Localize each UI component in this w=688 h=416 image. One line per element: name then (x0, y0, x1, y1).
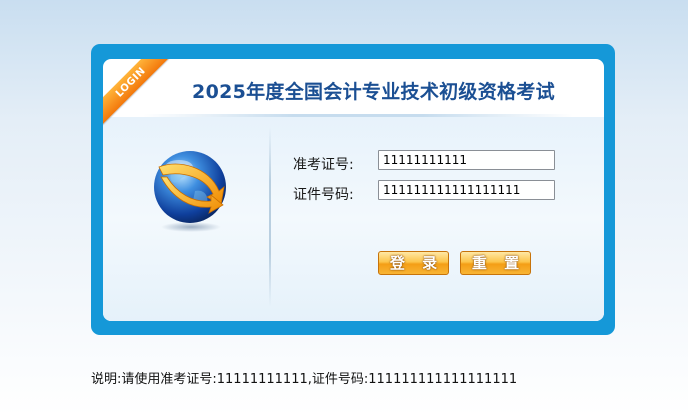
login-ribbon: LOGIN (103, 59, 173, 129)
vertical-divider (269, 127, 271, 307)
login-button[interactable]: 登 录 (378, 251, 449, 275)
id-number-label: 证件号码: (293, 187, 354, 203)
login-ribbon-label: LOGIN (103, 59, 173, 125)
admission-number-input[interactable] (378, 150, 555, 170)
page-title: 2025年度全国会计专业技术初级资格考试 (192, 81, 555, 103)
login-frame: 2025年度全国会计专业技术初级资格考试 准考证号: 11111111111 证… (91, 44, 615, 335)
login-panel: 2025年度全国会计专业技术初级资格考试 准考证号: 11111111111 证… (103, 59, 604, 321)
globe-arrow-icon (154, 151, 226, 232)
admission-number-label: 准考证号: (293, 157, 354, 173)
instruction-note: 说明:请使用准考证号:11111111111,证件号码:111111111111… (91, 372, 518, 387)
reset-button[interactable]: 重 置 (460, 251, 531, 275)
id-number-input[interactable] (378, 180, 555, 200)
login-content: 准考证号: 证件号码: 登 录 重 置 (103, 117, 604, 321)
